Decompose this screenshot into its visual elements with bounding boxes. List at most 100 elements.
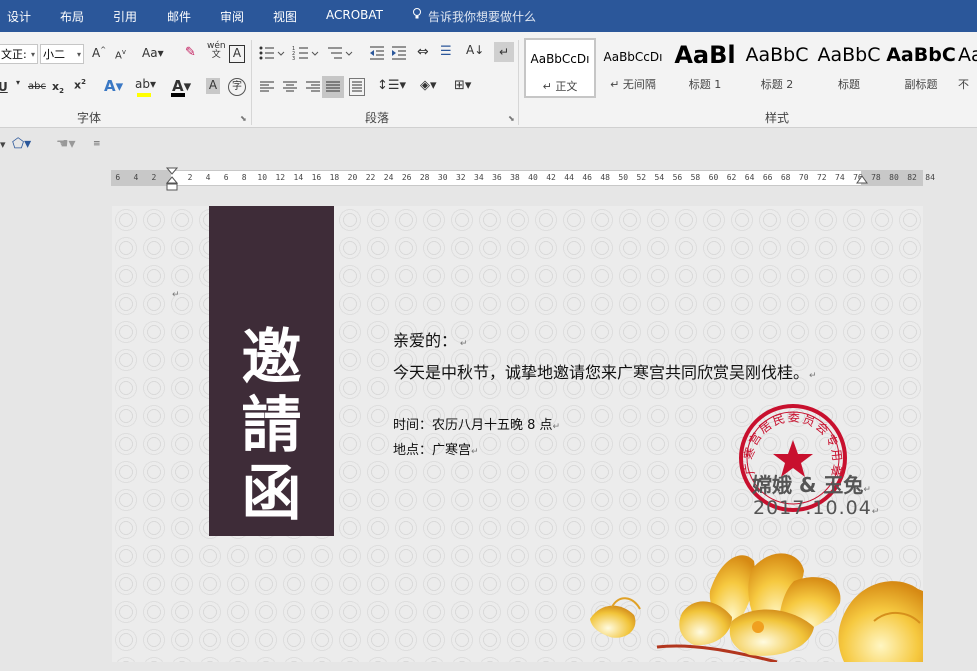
style-name: 标题 (838, 78, 860, 91)
subscript-icon[interactable]: x2 (52, 80, 64, 95)
style-sample: AaBbC (745, 44, 809, 66)
font-size-combo[interactable]: 小二 ▾ (40, 44, 84, 64)
ruler-number: 66 (762, 173, 773, 182)
justify-button[interactable] (322, 76, 344, 98)
style-sample: AaBbCcDı (603, 50, 663, 64)
highlight-icon[interactable]: ab▾ (135, 77, 156, 91)
font-dialog-launcher-icon[interactable]: ⬊ (240, 114, 247, 123)
superscript-icon[interactable]: x2 (74, 78, 86, 92)
ruler-number: 38 (510, 173, 520, 182)
clear-format-icon[interactable]: ✎ (185, 45, 196, 60)
ruler-number: 28 (419, 173, 430, 182)
show-hide-marks-icon[interactable]: ↵ (494, 42, 514, 62)
align-center-icon[interactable] (282, 80, 298, 94)
invitation-banner: 邀 請 函 (209, 206, 334, 536)
phonetic-guide-icon[interactable]: wén 文 (207, 42, 226, 60)
text-effects-icon[interactable]: A▾ (104, 77, 123, 95)
invitation-body-text[interactable]: 今天是中秋节，诚挚地邀请您来广寒宫共同欣赏吴刚伐桂。↵ (393, 359, 817, 383)
font-name-value: 文正: (1, 48, 27, 61)
place-text[interactable]: 地点：广寒宫↵ (393, 439, 479, 458)
style-sample: AaBbC (886, 44, 956, 66)
style-heading-1[interactable]: AaBl 标题 1 (670, 38, 740, 98)
bullets-icon[interactable] (258, 45, 288, 61)
tab-view[interactable]: 视图 (273, 8, 297, 25)
tab-design[interactable]: 设计 (7, 8, 31, 25)
sort-icon[interactable]: A↓ (466, 43, 484, 57)
tab-acrobat[interactable]: ACROBAT (326, 8, 383, 22)
lightbulb-icon (413, 8, 421, 19)
tab-references[interactable]: 引用 (113, 8, 137, 25)
font-size-value: 小二 (43, 48, 65, 61)
chinese-layout-icon[interactable]: ⇔ (417, 44, 429, 60)
paragraph-group-label: 段落 (365, 111, 390, 125)
ruler-number: 24 (383, 173, 394, 182)
change-case-icon[interactable]: Aa▾ (142, 46, 164, 60)
styles-group-label: 样式 (765, 111, 790, 125)
format-painter-icon[interactable]: ☚▾ (56, 136, 76, 152)
tell-me-search[interactable]: 告诉我你想要做什么 (428, 8, 536, 25)
borders-icon[interactable]: ⊞▾ (454, 78, 471, 93)
right-indent-marker-icon[interactable] (856, 175, 868, 187)
ruler-number: 32 (455, 173, 466, 182)
font-color-swatch (171, 93, 185, 97)
customize-toolbar-icon[interactable]: ≡ (93, 139, 101, 149)
banner-char: 請 (241, 391, 302, 461)
ruler-number: 54 (654, 173, 665, 182)
style-more[interactable]: AaBbC 不 (958, 38, 977, 98)
ruler-number: 58 (690, 173, 701, 182)
font-name-combo[interactable]: 文正: ▾ (0, 44, 38, 64)
character-border-icon[interactable]: A (229, 45, 245, 63)
asian-typography-icon[interactable]: ☰ (440, 44, 452, 59)
tab-mailings[interactable]: 邮件 (167, 8, 191, 25)
ruler-number: 26 (401, 173, 412, 182)
ruler-number: 34 (474, 173, 484, 182)
tab-layout[interactable]: 布局 (60, 8, 84, 25)
style-subtitle[interactable]: AaBbC 副标题 (886, 38, 956, 98)
increase-indent-icon[interactable] (390, 45, 408, 61)
group-divider (251, 40, 252, 125)
paragraph-mark-icon: ↵ (172, 290, 180, 300)
strikethrough-icon[interactable]: abc (28, 81, 46, 92)
align-right-icon[interactable] (305, 80, 321, 94)
greeting-text[interactable]: 亲爱的： ↵ (393, 327, 467, 351)
style-name: 标题 2 (760, 78, 794, 91)
numbering-icon[interactable]: 123 (292, 45, 322, 61)
shading-icon[interactable]: ◈▾ (420, 78, 437, 93)
decrease-indent-icon[interactable] (368, 45, 386, 61)
tab-review[interactable]: 审阅 (220, 8, 244, 25)
underline-dropdown-icon[interactable]: ▾ (16, 78, 20, 87)
indent-marker-icon[interactable] (166, 167, 178, 191)
banner-char: 邀 (241, 323, 302, 393)
style-normal[interactable]: AaBbCcDı ↵ 正文 (524, 38, 596, 98)
horizontal-ruler[interactable]: 6 4 2 2 4 6 8 10 12 14 16 18 20 22 24 26 28 30 32 34 36 38 40 4… (111, 167, 935, 191)
character-shading-icon[interactable]: A (206, 78, 220, 94)
style-name: ↵ 无间隔 (610, 78, 656, 91)
style-title[interactable]: AaBbC 标题 (814, 38, 884, 98)
justify-icon (326, 81, 340, 92)
underline-icon[interactable]: U (0, 80, 8, 94)
document-page[interactable]: 邀 請 函 ↵ 亲爱的： ↵ 今天是中秋节，诚挚地邀请您来广寒宫共同欣赏吴刚伐桂… (112, 206, 923, 662)
date-text[interactable]: 2017.10.04↵ (753, 497, 880, 519)
ruler-number: 84 (925, 173, 935, 182)
ruler-number: 50 (618, 173, 629, 182)
paragraph-dialog-launcher-icon[interactable]: ⬊ (508, 114, 515, 123)
align-left-icon[interactable] (259, 80, 275, 94)
ruler-number: 64 (744, 173, 755, 182)
grow-font-icon[interactable]: A^ (92, 46, 106, 60)
styles-gallery: AaBbCcDı ↵ 正文 AaBbCcDı ↵ 无间隔 AaBl 标题 1 A… (522, 38, 977, 100)
ruler-number: 4 (205, 173, 211, 182)
style-no-spacing[interactable]: AaBbCcDı ↵ 无间隔 (598, 38, 668, 98)
shrink-font-icon[interactable]: Av (115, 48, 126, 61)
lotus-flower-image (590, 553, 923, 662)
time-text[interactable]: 时间：农历八月十五晚 8 点↵ (393, 414, 560, 433)
ruler-number: 46 (582, 173, 592, 182)
distributed-icon[interactable] (349, 78, 365, 96)
enclose-character-icon[interactable]: 字 (228, 78, 246, 96)
signature-text[interactable]: 嫦娥 & 玉兔↵ (752, 469, 871, 498)
ruler-number: 6 (223, 173, 229, 182)
multilevel-list-icon[interactable] (326, 45, 356, 61)
shapes-icon[interactable]: ⬠▾ (12, 136, 31, 152)
line-spacing-icon[interactable]: ↕☰▾ (377, 78, 406, 93)
shape-dropdown-icon[interactable]: ▾ (0, 138, 6, 151)
style-heading-2[interactable]: AaBbC 标题 2 (742, 38, 812, 98)
